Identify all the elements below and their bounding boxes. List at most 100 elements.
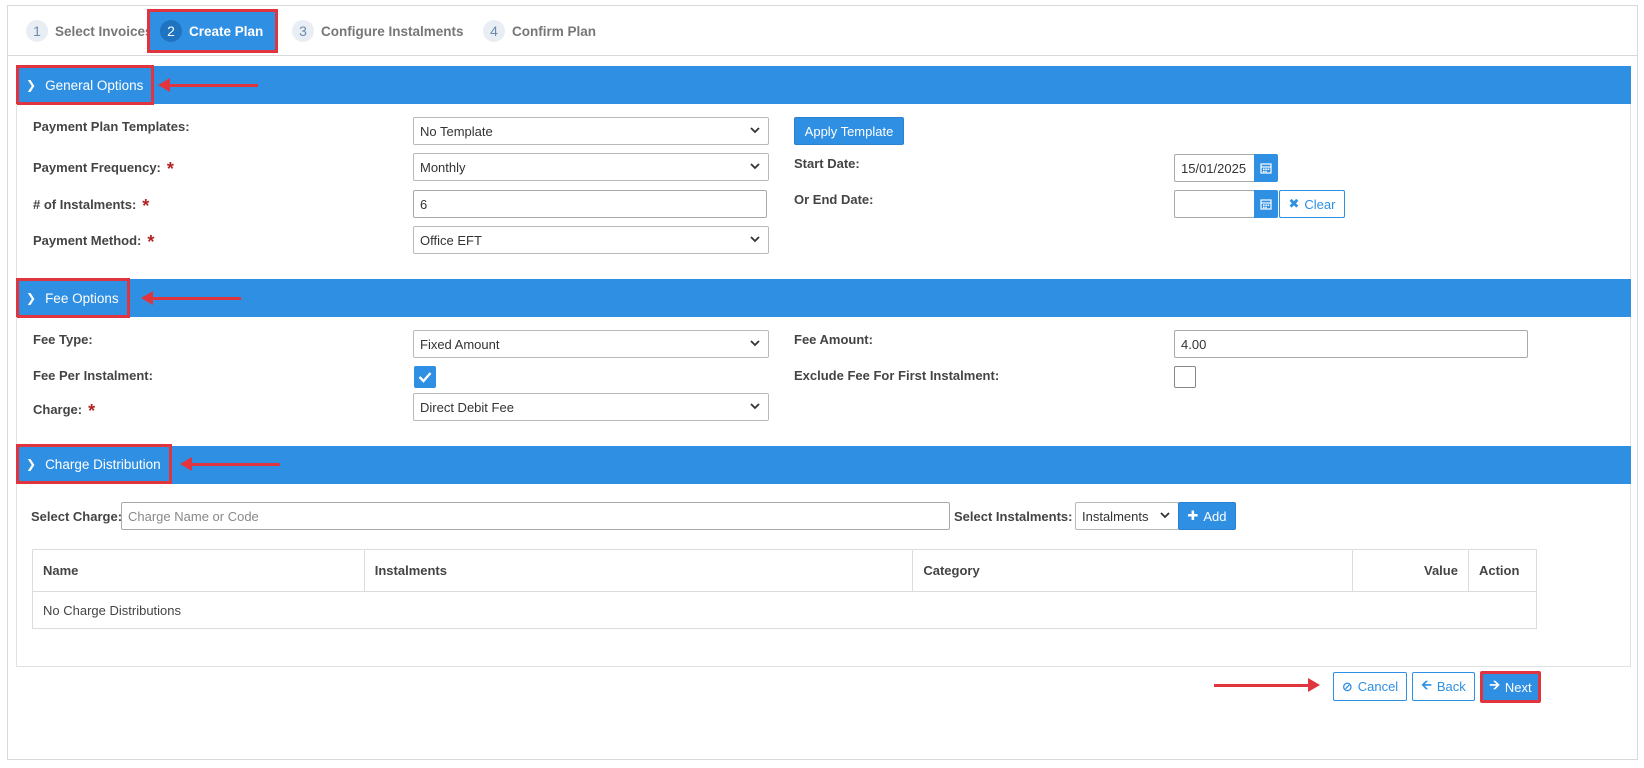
apply-template-button[interactable]: Apply Template [794, 117, 904, 145]
ban-icon: ⊘ [1341, 678, 1353, 694]
general-options-toggle[interactable]: ❯ General Options [16, 65, 155, 105]
required-mark: * [88, 401, 96, 421]
annotation-arrow [180, 457, 280, 471]
chevron-down-icon: ❯ [26, 457, 37, 471]
fee-options-toggle[interactable]: ❯ Fee Options [16, 278, 130, 318]
annotation-arrow [141, 291, 241, 305]
clear-label: Clear [1304, 196, 1336, 212]
charge-distribution-table: Name Instalments Category Value Action N… [32, 549, 1538, 629]
start-date-input[interactable]: 15/01/2025 [1174, 154, 1255, 182]
fee-options-bar [16, 279, 1631, 317]
end-date-label: Or End Date: [794, 192, 874, 207]
frequency-label-text: Payment Frequency: [33, 160, 161, 175]
general-options-bar [16, 66, 1631, 104]
frequency-select[interactable]: Monthly [413, 153, 769, 181]
exclude-first-checkbox[interactable] [1174, 366, 1196, 388]
charge-distribution-toggle[interactable]: ❯ Charge Distribution [16, 444, 172, 484]
step-create-plan[interactable]: 2 Create Plan [146, 9, 279, 53]
required-mark: * [166, 159, 174, 179]
step-label: Select Invoices [55, 23, 153, 39]
section-title: Fee Options [45, 290, 119, 306]
step-confirm-plan[interactable]: 4 Confirm Plan [473, 12, 606, 50]
annotation-arrow [158, 78, 258, 92]
step-select-invoices[interactable]: 1 Select Invoices [16, 12, 163, 50]
chevron-down-icon [750, 163, 760, 170]
required-mark: * [142, 196, 150, 216]
frequency-label: Payment Frequency: * [33, 156, 174, 179]
instalments-input[interactable]: 6 [413, 190, 767, 218]
chevron-down-icon: ❯ [26, 78, 37, 92]
end-date-input[interactable] [1174, 190, 1255, 218]
method-value: Office EFT [420, 232, 482, 248]
exclude-first-label: Exclude Fee For First Instalment: [794, 368, 1000, 383]
fee-amount-input[interactable]: 4.00 [1174, 330, 1528, 358]
fee-amount-label: Fee Amount: [794, 332, 873, 347]
select-instalments-label: Select Instalments: [954, 509, 1073, 524]
back-label: Back [1436, 679, 1466, 694]
add-label: Add [1203, 508, 1227, 524]
chevron-down-icon: ❯ [26, 291, 37, 305]
select-charge-input[interactable]: Charge Name or Code [121, 502, 950, 530]
chevron-down-icon [750, 127, 760, 134]
step-configure-instalments[interactable]: 3 Configure Instalments [282, 12, 474, 50]
next-button[interactable]: 🡪 Next [1480, 671, 1541, 703]
select-charge-label: Select Charge: [31, 509, 123, 524]
template-select[interactable]: No Template [413, 117, 769, 145]
back-button[interactable]: 🡨 Back [1412, 672, 1475, 701]
step-label: Create Plan [189, 23, 264, 39]
annotation-arrow [1214, 678, 1320, 692]
fee-per-instalment-checkbox[interactable] [414, 366, 436, 388]
table-row: No Charge Distributions [32, 591, 1537, 629]
clear-date-button[interactable]: ✖ Clear [1279, 190, 1345, 218]
template-label: Payment Plan Templates: [33, 119, 190, 134]
select-instalments-value: Instalments [1082, 508, 1149, 524]
template-value: No Template [420, 123, 493, 139]
fee-type-select[interactable]: Fixed Amount [413, 330, 769, 358]
wizard-frame: 1 Select Invoices 2 Create Plan 3 Config… [7, 5, 1638, 760]
column-header-instalments[interactable]: Instalments [363, 549, 914, 592]
column-header-value[interactable]: Value [1352, 549, 1469, 592]
instalments-label: # of Instalments: * [33, 193, 150, 216]
panel-bottom-border [16, 666, 1631, 667]
fee-per-instalment-label: Fee Per Instalment: [33, 368, 153, 383]
calendar-icon [1260, 163, 1272, 174]
end-date-calendar-button[interactable] [1254, 190, 1278, 218]
method-select[interactable]: Office EFT [413, 226, 769, 254]
required-mark: * [147, 232, 155, 252]
fee-type-value: Fixed Amount [420, 336, 500, 352]
fee-type-label: Fee Type: [33, 332, 93, 347]
method-label: Payment Method: * [33, 229, 155, 252]
method-label-text: Payment Method: [33, 233, 142, 248]
step-number: 3 [292, 20, 314, 42]
start-date-calendar-button[interactable] [1254, 154, 1278, 182]
column-header-action: Action [1467, 549, 1538, 592]
close-icon: ✖ [1288, 196, 1300, 211]
checkmark-icon [418, 372, 432, 383]
arrow-left-icon: 🡨 [1421, 676, 1432, 692]
charge-label: Charge: * [33, 398, 96, 421]
chevron-down-icon [750, 340, 760, 347]
chevron-down-icon [750, 236, 760, 243]
step-number: 1 [26, 20, 48, 42]
charge-label-text: Charge: [33, 402, 83, 417]
chevron-down-icon [750, 403, 760, 410]
step-number: 4 [483, 20, 505, 42]
chevron-down-icon [1160, 512, 1170, 519]
section-title: Charge Distribution [45, 456, 161, 472]
plus-icon: ✚ [1187, 508, 1199, 523]
column-header-name[interactable]: Name [32, 549, 365, 592]
add-distribution-button[interactable]: ✚ Add [1178, 502, 1236, 530]
column-header-category[interactable]: Category [912, 549, 1354, 592]
instalments-label-text: # of Instalments: [33, 197, 137, 212]
charge-select[interactable]: Direct Debit Fee [413, 393, 769, 421]
arrow-right-icon: 🡪 [1489, 677, 1500, 692]
section-title: General Options [45, 77, 144, 93]
cancel-button[interactable]: ⊘ Cancel [1333, 672, 1407, 701]
cancel-label: Cancel [1357, 679, 1399, 694]
wizard-steps: 1 Select Invoices 2 Create Plan 3 Config… [8, 6, 1637, 56]
frequency-value: Monthly [420, 159, 466, 175]
next-label: Next [1504, 679, 1532, 695]
step-label: Confirm Plan [512, 23, 597, 39]
select-instalments-select[interactable]: Instalments [1075, 502, 1179, 530]
table-header-row: Name Instalments Category Value Action [32, 549, 1538, 592]
